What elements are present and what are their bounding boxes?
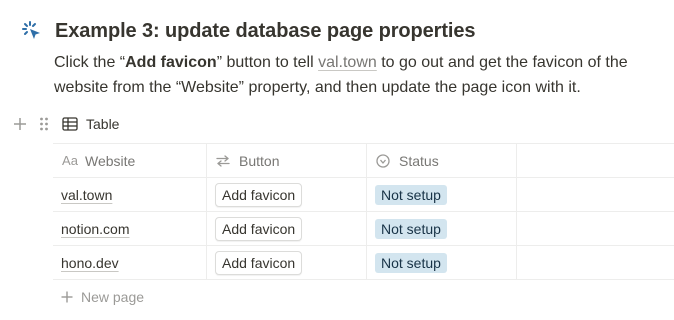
add-favicon-button[interactable]: Add favicon [215,182,303,207]
status-cell[interactable]: Not setup [367,178,517,211]
status-circle-icon [375,153,391,168]
text-aa-icon: Aa [62,153,78,168]
column-header-button[interactable]: Button [207,144,367,177]
button-cell: Add favicon [207,246,367,279]
table-header-row: Aa Website Button Status [53,143,674,178]
arrows-swap-icon [215,154,231,167]
val-town-link[interactable]: val.town [318,54,377,71]
button-cell: Add favicon [207,212,367,245]
table-view-tab[interactable]: Table [62,113,119,135]
status-badge: Not setup [375,252,447,273]
empty-cell [517,178,674,211]
block-handles [12,114,52,134]
add-block-plus-icon[interactable] [12,114,28,134]
notion-page: Example 3: update database page properti… [0,0,674,320]
database-table: Aa Website Button Status val.town Add fa… [53,143,674,314]
heading-block: Example 3: update database page properti… [20,14,475,48]
paragraph-text-1: Click the “ [54,54,126,71]
description-paragraph: Click the “Add favicon” button to tell v… [54,50,664,100]
column-header-label: Status [399,152,439,169]
new-page-label: New page [81,289,145,305]
website-value[interactable]: hono.dev [61,255,119,271]
column-header-website[interactable]: Aa Website [53,144,207,177]
website-value[interactable]: notion.com [61,221,129,237]
table-view-label: Table [86,116,120,132]
status-cell[interactable]: Not setup [367,212,517,245]
add-favicon-button[interactable]: Add favicon [215,216,303,241]
status-badge: Not setup [375,218,447,239]
column-header-label: Website [85,152,136,169]
table-icon [62,116,78,132]
drag-handle-icon[interactable] [36,114,52,134]
column-header-status[interactable]: Status [367,144,517,177]
add-favicon-button[interactable]: Add favicon [215,250,303,275]
status-cell[interactable]: Not setup [367,246,517,279]
paragraph-text-2: ” button to tell [216,54,319,71]
empty-cell [517,212,674,245]
website-cell[interactable]: val.town [53,178,207,211]
button-cell: Add favicon [207,178,367,211]
empty-cell [517,246,674,279]
column-header-empty [517,144,674,177]
table-row[interactable]: val.town Add favicon Not setup [53,178,674,212]
website-cell[interactable]: hono.dev [53,246,207,279]
table-row[interactable]: notion.com Add favicon Not setup [53,212,674,246]
website-value[interactable]: val.town [61,187,112,203]
new-page-button[interactable]: New page [53,280,674,314]
website-cell[interactable]: notion.com [53,212,207,245]
page-heading: Example 3: update database page properti… [55,19,476,42]
paragraph-bold-button-name: Add favicon [125,54,217,71]
sparkle-cursor-icon [20,19,44,43]
plus-icon [61,291,73,303]
column-header-label: Button [239,152,280,169]
table-row[interactable]: hono.dev Add favicon Not setup [53,246,674,280]
status-badge: Not setup [375,184,447,205]
